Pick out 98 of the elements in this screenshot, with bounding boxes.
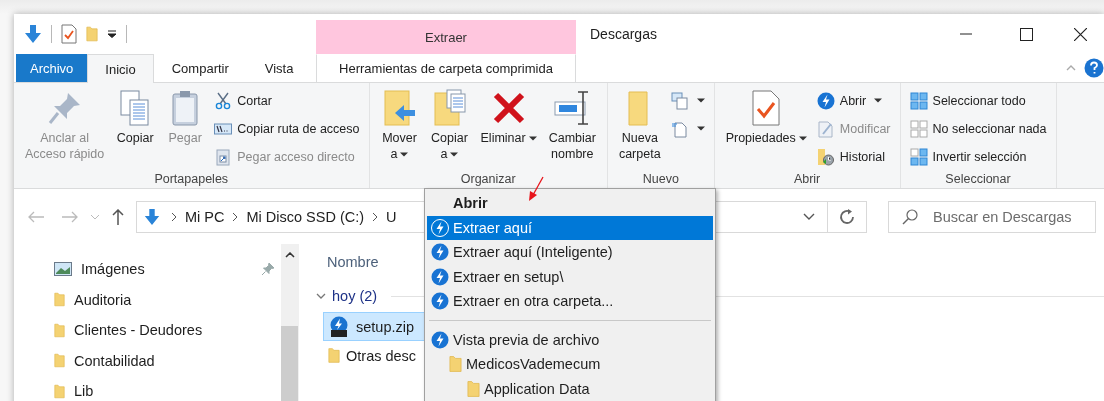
ribbon-button[interactable]: Propiedades [720,87,812,148]
breadcrumb[interactable]: Mi Disco SSD (C:) [242,208,369,225]
file-name: setup.zip [356,318,415,335]
bolt-icon [431,330,449,349]
breadcrumb[interactable]: U [382,208,401,225]
chevron-right-icon [372,211,379,222]
ribbon-button[interactable]: Abrir [813,87,894,114]
folder-icon [54,321,65,339]
group-header[interactable]: hoy (2) [332,288,378,304]
checked-document-icon [61,24,77,44]
chevron-up-icon [1066,65,1076,71]
shortcut-icon [214,147,233,166]
nav-label: Auditoria [74,291,133,308]
document-icon [670,119,689,138]
ribbon-button[interactable]: Cambiar nombre [543,87,601,164]
menu-item[interactable]: Extraer aquí (Inteligente) [427,240,713,265]
download-icon [143,207,161,226]
menu-item[interactable]: Abrir [427,191,713,216]
contextual-tab-header: Extraer [316,20,576,54]
group-label: Portapapeles [154,172,229,186]
bolt-icon [431,218,449,237]
menu-item[interactable]: Extraer aquí [427,215,713,240]
empty-grid-icon [909,119,928,138]
nav-label: Imágenes [81,261,146,278]
nav-label: Contabilidad [74,352,156,369]
search-field[interactable]: Buscar en Descargas [888,200,1096,233]
chevron-right-icon [232,211,239,222]
folder-clock-icon [816,147,835,166]
ribbon-button[interactable]: Copiar a [425,87,474,164]
ribbon-button[interactable]: Nueva carpeta [613,87,666,164]
up-arrow-icon [112,208,124,225]
folder-icon [328,347,340,364]
breadcrumb[interactable]: Mi PC [181,208,229,225]
chevron-down-icon [802,213,815,220]
bolt-icon [816,91,835,110]
ribbon-tab[interactable]: Inicio [87,54,154,83]
bolt-icon [431,292,449,311]
forward-arrow-icon [62,210,78,223]
group-label: Seleccionar [945,172,1011,186]
nav-item[interactable]: Contabilidad [54,345,281,376]
menu-item[interactable]: Extraer en setup\ [427,264,713,289]
ribbon-tab[interactable]: Vista [246,54,312,82]
scrollbar[interactable] [281,244,298,401]
folder-icon [86,25,98,43]
menu-item[interactable]: MedicosVademecum [427,352,713,377]
ribbon-button[interactable]: Eliminar [475,87,542,148]
nav-item[interactable]: Clientes - Deudores [54,315,281,346]
annotation-arrow [526,176,546,202]
refresh-icon [838,207,856,226]
recent-locations-button[interactable] [90,213,100,220]
picture-icon [54,262,72,277]
menu-item[interactable]: Extraer en otra carpeta... [427,289,713,314]
bolt-icon [431,243,449,262]
search-icon [902,208,918,225]
new-item-icon [670,91,689,110]
folder-icon [54,382,65,400]
ribbon-tab[interactable]: Herramientas de carpeta comprimida [316,54,576,82]
group-label: Organizar [460,172,516,186]
folder-icon [54,291,65,309]
ribbon-button[interactable]: Copiar ruta de acceso [211,115,363,142]
ribbon-button[interactable]: No seleccionar nada [906,115,1050,142]
ribbon-button[interactable]: Mover a [375,87,424,164]
ribbon-button[interactable]: Copiar [111,87,160,148]
download-icon [24,24,42,44]
partial-grid-icon [909,147,928,166]
chevron-right-icon [171,211,177,222]
ribbon-tab[interactable]: Archivo [16,54,88,82]
ribbon-tab[interactable]: Compartir [153,54,247,82]
maximize-icon [1019,27,1033,41]
minimize-icon [960,33,972,35]
group-label: Abrir [793,172,821,186]
window-title: Descargas [590,25,657,44]
column-header[interactable]: Nombre [316,244,379,280]
folder-icon [467,379,480,398]
ribbon-button[interactable]: Cortar [211,87,363,114]
nav-item[interactable]: Auditoria [54,284,281,315]
nav-label: Lib [74,383,95,400]
file-name: Otras desc [346,347,417,364]
close-icon [1073,27,1087,41]
back-arrow-icon [28,210,44,223]
menu-item[interactable]: Application Data [427,376,713,401]
pencil-document-icon [816,119,835,138]
nav-item[interactable]: Lib [54,376,281,401]
dropdown-icon [107,30,117,38]
nav-item[interactable]: Imágenes [54,254,281,285]
bolt-icon [431,267,449,286]
ribbon-button[interactable]: Seleccionar todo [906,87,1050,114]
grid-icon [909,91,928,110]
ribbon-button[interactable]: Historial [813,143,894,170]
group-label: Nuevo [642,172,679,186]
folder-icon [54,352,65,370]
folder-icon [449,355,462,374]
ribbon-button[interactable]: Invertir selección [906,143,1050,170]
chevron-down-icon [90,213,100,220]
nav-label: Clientes - Deudores [74,322,204,339]
chevron-up-icon [284,252,295,258]
zip-icon [328,315,350,338]
scissors-icon [214,91,233,110]
